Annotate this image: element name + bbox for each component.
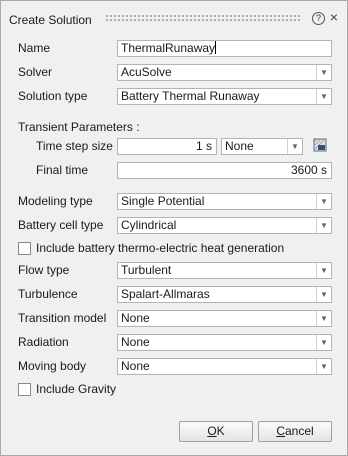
chevron-down-icon[interactable]: ▼ [316,287,331,302]
final-time-label: Final time [36,163,89,177]
cancel-mnemonic: C [276,424,285,438]
turbulence-label: Turbulence [18,287,78,301]
chevron-down-icon[interactable]: ▼ [287,139,302,154]
turbulence-value: Spalart-Allmaras [121,287,210,301]
radiation-dropdown[interactable]: None ▼ [117,334,332,351]
moving-body-value: None [121,359,150,373]
turbulence-dropdown[interactable]: Spalart-Allmaras ▼ [117,286,332,303]
solver-dropdown[interactable]: AcuSolve ▼ [117,64,332,81]
close-icon[interactable]: × [327,10,341,24]
radiation-value: None [121,335,150,349]
time-step-option-value: None [225,139,254,153]
solver-value: AcuSolve [121,65,172,79]
time-step-value: 1 s [195,139,212,153]
modeling-type-dropdown[interactable]: Single Potential ▼ [117,193,332,210]
solution-type-dropdown[interactable]: Battery Thermal Runaway ▼ [117,88,332,105]
chevron-down-icon[interactable]: ▼ [316,218,331,233]
chevron-down-icon[interactable]: ▼ [316,359,331,374]
modeling-type-label: Modeling type [18,194,93,208]
modeling-type-value: Single Potential [121,194,205,208]
flow-type-label: Flow type [18,263,70,277]
flow-type-value: Turbulent [121,263,172,277]
unit-settings-icon[interactable] [313,138,327,152]
radiation-label: Radiation [18,335,69,349]
solver-label: Solver [18,65,53,79]
battery-cell-type-label: Battery cell type [18,218,104,232]
name-value: ThermalRunaway [121,41,216,55]
transition-model-label: Transition model [18,311,107,325]
gravity-checkbox[interactable] [18,383,31,396]
gravity-label[interactable]: Include Gravity [36,382,116,396]
final-time-input[interactable]: 3600 s [117,162,332,179]
ok-label-rest: K [216,424,225,438]
moving-body-label: Moving body [18,359,87,373]
cancel-label-rest: ancel [284,424,314,438]
transient-section-label: Transient Parameters : [18,120,140,134]
ok-mnemonic: O [207,424,217,438]
thermo-electric-checkbox[interactable] [18,242,31,255]
ok-button[interactable]: OK [179,421,253,442]
flow-type-dropdown[interactable]: Turbulent ▼ [117,262,332,279]
dialog-title: Create Solution [9,13,92,27]
solution-type-label: Solution type [18,89,88,103]
time-step-label: Time step size [36,139,113,153]
title-bar[interactable]: Create Solution ? × [1,1,347,37]
cancel-button[interactable]: Cancel [258,421,332,442]
chevron-down-icon[interactable]: ▼ [316,89,331,104]
transition-model-value: None [121,311,150,325]
help-icon[interactable]: ? [312,12,325,25]
battery-cell-type-dropdown[interactable]: Cylindrical ▼ [117,217,332,234]
thermo-electric-label[interactable]: Include battery thermo-electric heat gen… [36,241,284,255]
name-label: Name [18,41,51,55]
chevron-down-icon[interactable]: ▼ [316,65,331,80]
battery-cell-type-value: Cylindrical [121,218,177,232]
text-caret [215,41,217,54]
create-solution-dialog: Create Solution ? × Name ThermalRunaway … [0,0,348,456]
solution-type-value: Battery Thermal Runaway [121,89,260,103]
moving-body-dropdown[interactable]: None ▼ [117,358,332,375]
time-step-option-dropdown[interactable]: None ▼ [221,138,303,155]
chevron-down-icon[interactable]: ▼ [316,194,331,209]
name-input[interactable]: ThermalRunaway [117,40,332,57]
chevron-down-icon[interactable]: ▼ [316,263,331,278]
chevron-down-icon[interactable]: ▼ [316,311,331,326]
final-time-value: 3600 s [290,163,327,177]
drag-grip-icon[interactable] [105,14,301,23]
chevron-down-icon[interactable]: ▼ [316,335,331,350]
time-step-input[interactable]: 1 s [117,138,217,155]
transition-model-dropdown[interactable]: None ▼ [117,310,332,327]
